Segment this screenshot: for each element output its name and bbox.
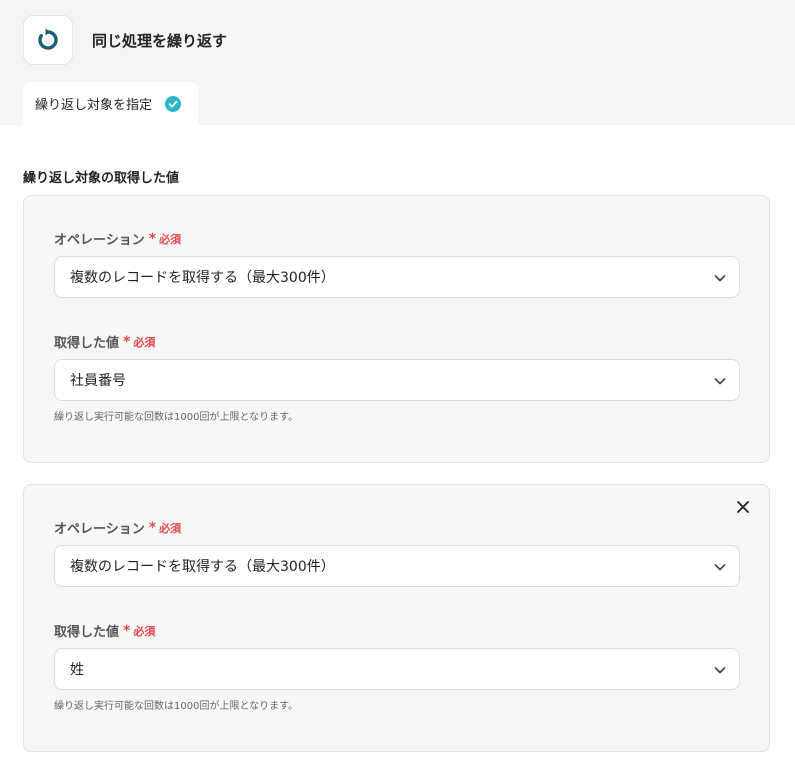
limit-hint: 繰り返し実行可能な回数は1000回が上限となります。 (54, 701, 299, 712)
repeat-config-card: オペレーション * 必須 複数のレコードを取得する（最大300件） 取得した値 … (23, 484, 770, 752)
check-circle-icon (165, 95, 182, 112)
operation-label: オペレーション * 必須 (54, 519, 182, 538)
value-label: 取得した値 * 必須 (54, 333, 156, 352)
chevron-down-icon (714, 275, 726, 282)
loop-icon (38, 28, 58, 50)
required-text: 必須 (133, 335, 156, 349)
required-star: * (148, 230, 157, 247)
operation-select[interactable]: 複数のレコードを取得する（最大300件） (54, 545, 740, 587)
section-title: 繰り返し対象の取得した値 (23, 171, 180, 186)
limit-hint: 繰り返し実行可能な回数は1000回が上限となります。 (54, 412, 299, 423)
page-title: 同じ処理を繰り返す (92, 32, 228, 50)
value-select[interactable]: 社員番号 (54, 359, 740, 401)
operation-label: オペレーション * 必須 (54, 230, 182, 249)
operation-select-value: 複数のレコードを取得する（最大300件） (70, 270, 335, 286)
repeat-config-card: オペレーション * 必須 複数のレコードを取得する（最大300件） 取得した値 … (23, 195, 770, 463)
app-icon-box (23, 15, 73, 65)
required-text: 必須 (133, 624, 156, 638)
operation-select[interactable]: 複数のレコードを取得する（最大300件） (54, 256, 740, 298)
required-star: * (123, 333, 131, 350)
page-header: 同じ処理を繰り返す 繰り返し対象を指定 (0, 0, 795, 125)
value-label: 取得した値 * 必須 (54, 622, 156, 641)
value-select-value: 姓 (70, 662, 84, 678)
chevron-down-icon (714, 564, 726, 571)
close-icon[interactable] (735, 499, 751, 515)
tab-repeat-target[interactable]: 繰り返し対象を指定 (23, 82, 198, 125)
required-text: 必須 (159, 521, 182, 535)
value-select[interactable]: 姓 (54, 648, 740, 690)
chevron-down-icon (714, 667, 726, 674)
required-star: * (123, 622, 131, 639)
value-select-value: 社員番号 (70, 373, 126, 389)
required-star: * (148, 519, 157, 536)
tab-label: 繰り返し対象を指定 (35, 98, 153, 113)
required-text: 必須 (159, 232, 182, 246)
operation-select-value: 複数のレコードを取得する（最大300件） (70, 559, 335, 575)
chevron-down-icon (714, 378, 726, 385)
